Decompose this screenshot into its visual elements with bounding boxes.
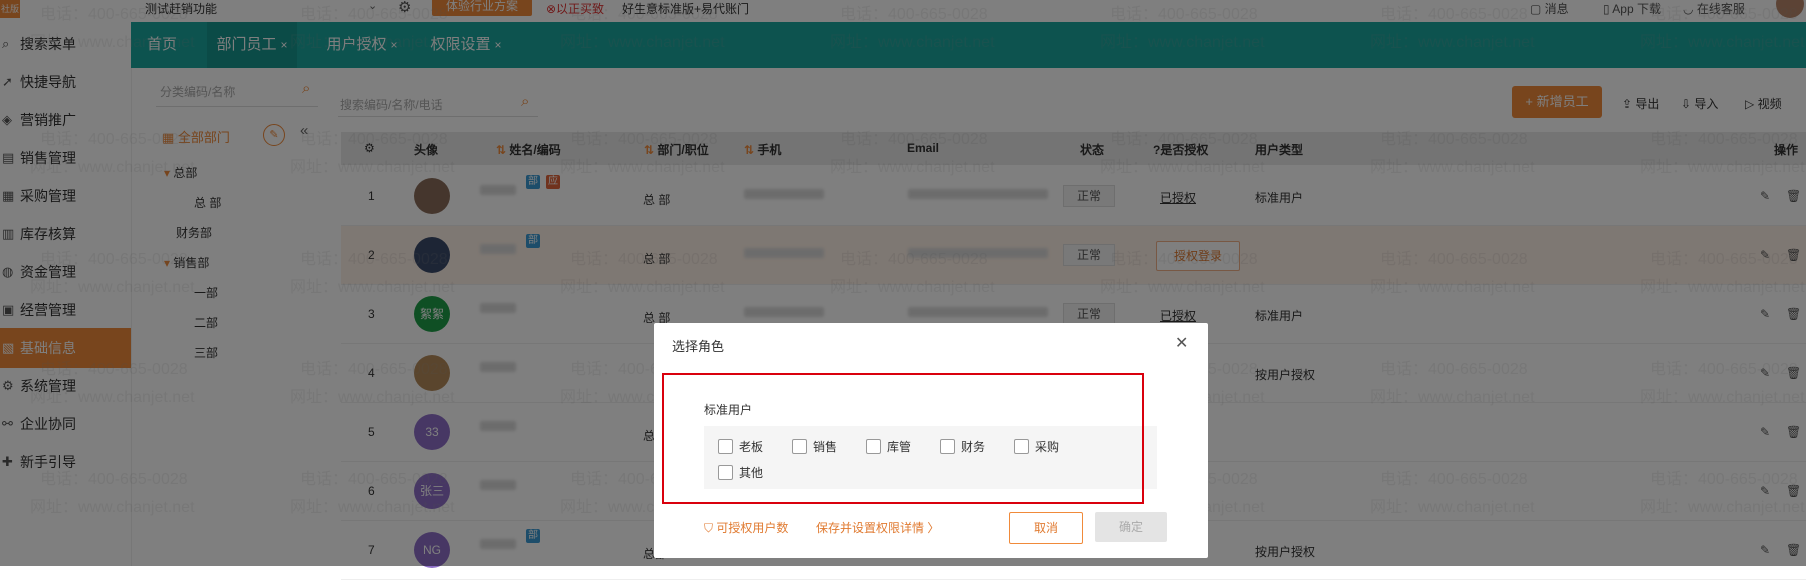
save-and-set-permissions-link[interactable]: 保存并设置权限详情 〉 (816, 519, 939, 536)
dialog-title: 选择角色 (672, 339, 725, 354)
confirm-button[interactable]: 确定 (1095, 512, 1167, 542)
close-icon[interactable]: ✕ (1175, 333, 1188, 353)
highlight-frame (662, 373, 1144, 504)
licensed-users-link[interactable]: ⛉ 可授权用户数 (704, 519, 788, 536)
shield-icon: ⛉ (704, 521, 717, 535)
cancel-button[interactable]: 取消 (1009, 512, 1083, 544)
